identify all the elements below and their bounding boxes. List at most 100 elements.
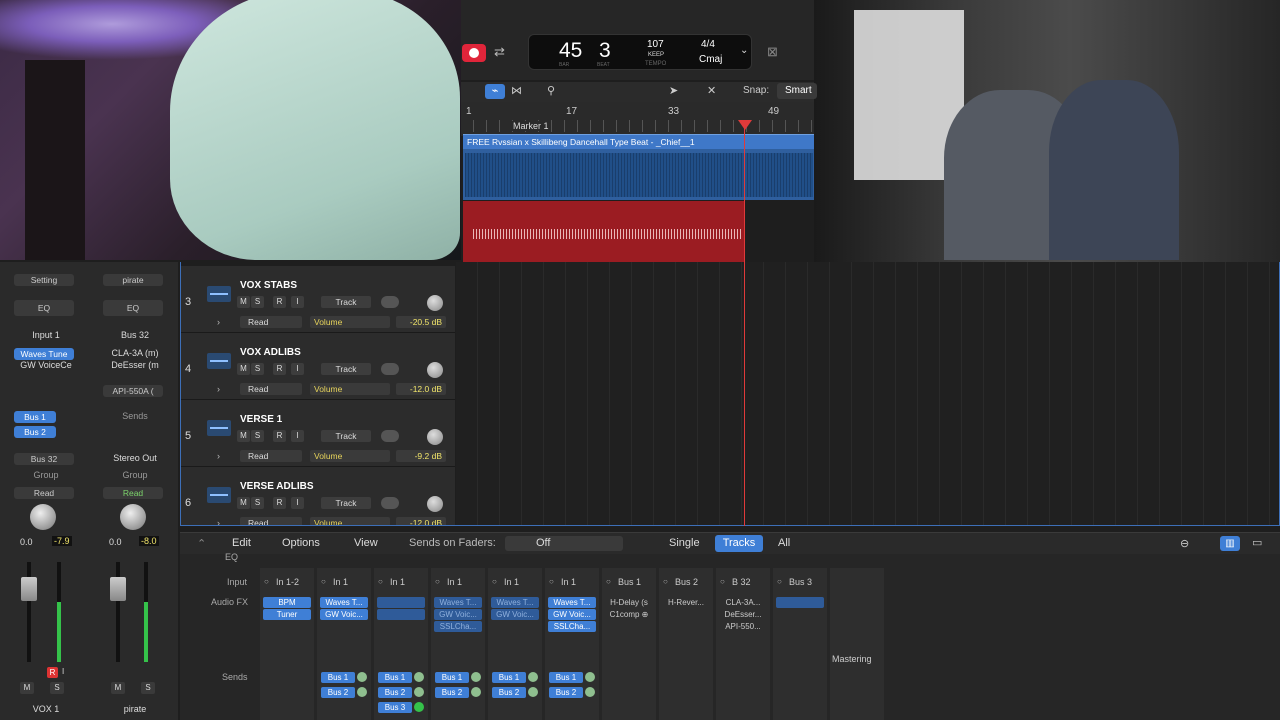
track-button[interactable]: Track: [321, 363, 371, 375]
track-r-button[interactable]: R: [273, 430, 286, 442]
send-slot[interactable]: Bus 1: [492, 672, 526, 683]
audio-fx-slot[interactable]: Waves T...: [434, 597, 482, 608]
audio-fx-slot[interactable]: GW Voic...: [434, 609, 482, 620]
pan-knob[interactable]: [120, 504, 146, 530]
pointer-tool-icon[interactable]: ➤: [669, 84, 678, 97]
track-i-button[interactable]: I: [291, 363, 304, 375]
input-slot[interactable]: In 1: [447, 577, 462, 587]
eq-button[interactable]: EQ: [103, 300, 163, 316]
view-options-icon[interactable]: ⊖: [1180, 537, 1189, 550]
send-level-knob[interactable]: [528, 687, 538, 697]
track-s-button[interactable]: S: [251, 296, 264, 308]
playhead-handle[interactable]: [738, 120, 752, 130]
automation-mode-select[interactable]: Read: [240, 517, 302, 525]
solo-button[interactable]: S: [141, 682, 155, 694]
track-m-button[interactable]: M: [237, 497, 250, 509]
audio-fx-slot[interactable]: API-550...: [719, 621, 767, 632]
track-name[interactable]: VOX STABS: [240, 280, 297, 291]
up-arrow-icon[interactable]: ⌃: [197, 537, 206, 550]
track-m-button[interactable]: M: [237, 430, 250, 442]
audio-fx-slot[interactable]: Waves T...: [491, 597, 539, 608]
input-format-icon[interactable]: ○: [606, 577, 611, 586]
automation-icon[interactable]: ⌁: [485, 84, 505, 99]
audio-region-vocal[interactable]: [463, 201, 744, 265]
input-format-icon[interactable]: ○: [435, 577, 440, 586]
all-button[interactable]: All: [778, 537, 790, 549]
sends-on-faders-select[interactable]: [505, 536, 623, 551]
send-slot[interactable]: Bus 2: [492, 687, 526, 698]
pan-knob[interactable]: [427, 362, 443, 378]
track-m-button[interactable]: M: [237, 296, 250, 308]
input-slot[interactable]: Bus 32: [97, 330, 173, 340]
pan-knob[interactable]: [427, 429, 443, 445]
track-toggle[interactable]: [381, 296, 399, 308]
record-enable-button[interactable]: R: [47, 667, 58, 678]
pan-knob[interactable]: [30, 504, 56, 530]
track-button[interactable]: Track: [321, 430, 371, 442]
input-format-icon[interactable]: ○: [264, 577, 269, 586]
track-i-button[interactable]: I: [291, 497, 304, 509]
output-slot[interactable]: Bus 32: [14, 453, 74, 465]
track-i-button[interactable]: I: [291, 296, 304, 308]
automation-parameter-select[interactable]: Volume: [310, 383, 390, 395]
input-format-icon[interactable]: ○: [720, 577, 725, 586]
pan-knob[interactable]: [427, 496, 443, 512]
track-name[interactable]: VOX ADLIBS: [240, 347, 301, 358]
disclosure-triangle-icon[interactable]: ›: [217, 451, 220, 461]
audio-fx-slot[interactable]: Tuner: [263, 609, 311, 620]
setting-button[interactable]: Setting: [14, 274, 74, 286]
input-slot[interactable]: In 1: [333, 577, 348, 587]
group-slot[interactable]: Group: [8, 470, 84, 480]
input-format-icon[interactable]: ○: [549, 577, 554, 586]
track-toggle[interactable]: [381, 497, 399, 509]
send-slot[interactable]: Bus 2: [321, 687, 355, 698]
track-s-button[interactable]: S: [251, 497, 264, 509]
track-i-button[interactable]: I: [291, 430, 304, 442]
track-s-button[interactable]: S: [251, 430, 264, 442]
tracks-button[interactable]: Tracks: [715, 535, 763, 552]
input-slot[interactable]: Input 1: [8, 330, 84, 340]
audio-fx-slot[interactable]: BPM: [263, 597, 311, 608]
audio-fx-slot[interactable]: Waves T...: [548, 597, 596, 608]
audio-fx-slot[interactable]: CLA-3A...: [719, 597, 767, 608]
input-format-icon[interactable]: ○: [321, 577, 326, 586]
send-level-knob[interactable]: [528, 672, 538, 682]
send-slot[interactable]: Bus 2: [435, 687, 469, 698]
track-header[interactable]: 3 VOX STABS M S R I Track › Read Volume -20.5 dB: [181, 266, 455, 333]
snap-select[interactable]: Smart: [777, 83, 817, 99]
input-format-icon[interactable]: ○: [492, 577, 497, 586]
input-slot[interactable]: B 32: [732, 577, 751, 587]
audio-fx-slot[interactable]: H-Delay (s: [605, 597, 653, 608]
input-monitor-button[interactable]: I: [62, 667, 64, 676]
send-slot[interactable]: Bus 1: [435, 672, 469, 683]
input-format-icon[interactable]: ○: [378, 577, 383, 586]
catch-icon[interactable]: ⚲: [547, 84, 555, 97]
send-level-knob[interactable]: [585, 687, 595, 697]
input-slot[interactable]: In 1-2: [276, 577, 299, 587]
send-level-knob[interactable]: [414, 687, 424, 697]
flex-icon[interactable]: ⋈: [511, 84, 522, 97]
audio-fx-slot[interactable]: C1comp ⊕: [605, 609, 653, 620]
send-level-knob[interactable]: [357, 687, 367, 697]
volume-fader[interactable]: [110, 577, 126, 601]
chevron-down-icon[interactable]: ⌄: [740, 45, 748, 56]
automation-mode-select[interactable]: Read: [240, 383, 302, 395]
secondary-tool-icon[interactable]: ✕: [707, 84, 716, 97]
input-slot[interactable]: In 1: [561, 577, 576, 587]
track-r-button[interactable]: R: [273, 363, 286, 375]
record-button[interactable]: [462, 44, 486, 62]
send-level-knob[interactable]: [585, 672, 595, 682]
send-slot-2[interactable]: Bus 2: [14, 426, 56, 438]
automation-mode[interactable]: Read: [103, 487, 163, 499]
narrow-view-icon[interactable]: ▭: [1252, 536, 1262, 549]
marker-label[interactable]: Marker 1: [511, 121, 551, 131]
audio-fx-slot[interactable]: SSLCha...: [434, 621, 482, 632]
timeline-ruler[interactable]: 1 17 33 49 Marker 1: [461, 102, 814, 136]
send-level-knob[interactable]: [471, 672, 481, 682]
automation-parameter-select[interactable]: Volume: [310, 450, 390, 462]
input-slot[interactable]: Bus 3: [789, 577, 812, 587]
cycle-icon[interactable]: ⇄: [494, 44, 505, 60]
audio-fx-slot[interactable]: [377, 597, 425, 608]
audio-fx-slot[interactable]: GW Voic...: [491, 609, 539, 620]
input-slot[interactable]: In 1: [504, 577, 519, 587]
